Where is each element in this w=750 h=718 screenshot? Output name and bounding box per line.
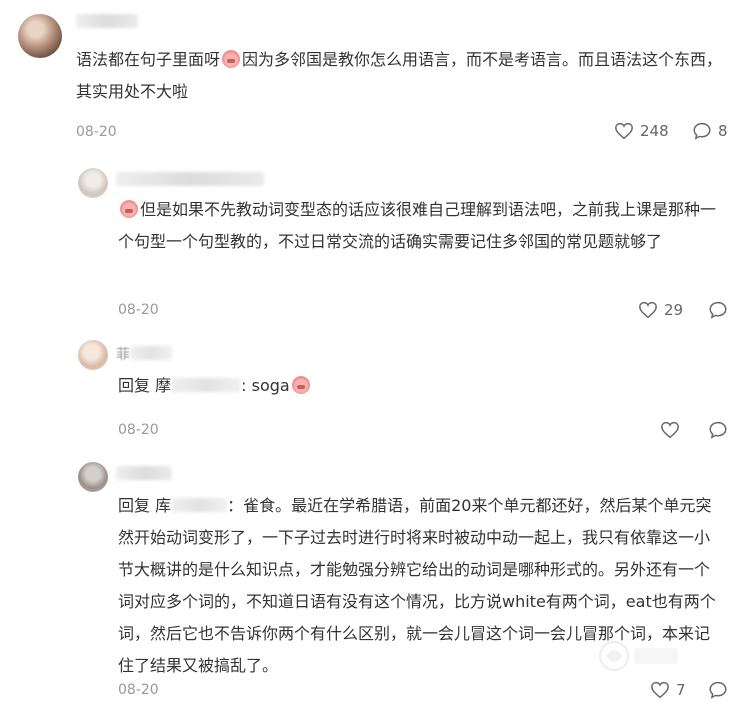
username[interactable]: 菲: [116, 344, 172, 364]
reply-text: 但是如果不先教动词变型态的话应该很难自己理解到语法吧，之前我上课是那种一个句型一…: [118, 200, 717, 251]
mention-masked[interactable]: [171, 498, 228, 512]
reply-text: 回复 摩: soga: [118, 370, 730, 402]
like-button[interactable]: 29: [638, 301, 683, 319]
reply-date: 08-20: [118, 682, 159, 698]
mention-masked[interactable]: [171, 378, 242, 392]
avatar[interactable]: [78, 340, 108, 370]
like-count: 7: [676, 681, 686, 699]
pig-face-emoji-icon: [120, 200, 138, 218]
like-count: 29: [664, 301, 684, 319]
reply-date: 08-20: [118, 422, 159, 438]
reply-button[interactable]: [708, 681, 728, 699]
comment-date: 08-20: [76, 124, 117, 140]
reply-date: 08-20: [118, 302, 159, 318]
speech-bubble-icon: [709, 681, 727, 699]
heart-outline-icon: [615, 122, 633, 140]
speech-bubble-icon: [709, 421, 727, 439]
avatar[interactable]: [78, 462, 108, 492]
reply-count: 8: [718, 122, 728, 140]
reply-button[interactable]: [708, 301, 728, 319]
username-masked[interactable]: [116, 172, 264, 186]
comment-text: 语法都在句子里面呀 因为多邻国是教你怎么用语言，而不是考语言。而且语法这个东西，其…: [76, 50, 723, 101]
heart-outline-icon: [661, 421, 679, 439]
avatar[interactable]: [78, 168, 108, 198]
speech-bubble-icon: [709, 301, 727, 319]
like-button[interactable]: 248: [614, 122, 669, 140]
watermark-logo: [599, 641, 678, 671]
pig-face-emoji-icon: [222, 50, 241, 68]
avatar[interactable]: [18, 14, 62, 58]
reply-button[interactable]: [708, 421, 728, 439]
like-count: 248: [640, 122, 669, 140]
username-masked[interactable]: [116, 466, 172, 480]
username-masked[interactable]: [76, 14, 138, 28]
like-button[interactable]: [660, 421, 680, 439]
reply-button[interactable]: 8: [692, 122, 728, 140]
speech-bubble-icon: [693, 122, 711, 140]
like-button[interactable]: 7: [650, 681, 686, 699]
heart-outline-icon: [639, 301, 657, 319]
heart-outline-icon: [651, 681, 669, 699]
pig-face-emoji-icon: [291, 376, 310, 394]
